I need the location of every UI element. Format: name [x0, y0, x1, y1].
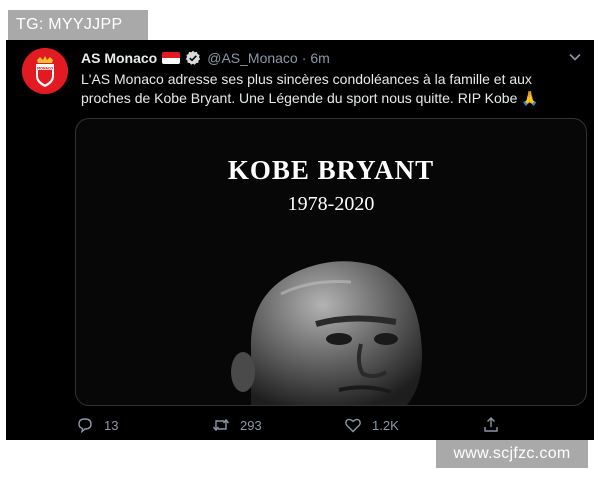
reply-button[interactable]: 13 [76, 415, 118, 435]
separator-dot: · [301, 50, 307, 66]
tweet-text: L'AS Monaco adresse ses plus sincères co… [81, 71, 539, 106]
chevron-down-icon[interactable] [568, 50, 582, 64]
tweet-header: AS Monaco @AS_Monaco · 6m [81, 49, 330, 67]
media-title: KOBE BRYANT [227, 155, 435, 185]
reply-icon [78, 418, 92, 434]
tweet-card[interactable]: MONACO AS Monaco @AS_Monaco · 6m L'AS Mo… [6, 40, 594, 440]
retweet-button[interactable]: 293 [212, 415, 262, 435]
retweet-count: 293 [240, 417, 262, 433]
like-button[interactable]: 1.2K [344, 415, 399, 435]
like-icon [345, 418, 361, 433]
tweet-media-image[interactable]: KOBE BRYANT 1978-2020 [75, 118, 587, 406]
media-years: 1978-2020 [287, 193, 375, 215]
watermark-label: www.scjfzc.com [436, 440, 588, 468]
avatar[interactable]: MONACO [22, 48, 68, 94]
share-icon [484, 417, 498, 432]
display-name[interactable]: AS Monaco [81, 50, 157, 66]
like-count: 1.2K [372, 417, 399, 433]
verified-icon [185, 50, 201, 66]
tg-overlay-label: TG: MYYJJPP [8, 10, 148, 40]
tweet-actions: 13 293 1.2K [76, 415, 516, 435]
timestamp[interactable]: 6m [310, 50, 329, 66]
share-button[interactable] [482, 415, 510, 435]
screenshot-page: MONACO AS Monaco @AS_Monaco · 6m L'AS Mo… [0, 0, 600, 480]
handle[interactable]: @AS_Monaco [207, 50, 297, 66]
reply-count: 13 [104, 417, 119, 433]
retweet-icon [212, 418, 230, 432]
avatar-logo-text: MONACO [37, 66, 53, 70]
as-monaco-crest-icon: MONACO [22, 48, 68, 94]
flag-icon [162, 52, 181, 64]
portrait-photo [231, 261, 422, 405]
